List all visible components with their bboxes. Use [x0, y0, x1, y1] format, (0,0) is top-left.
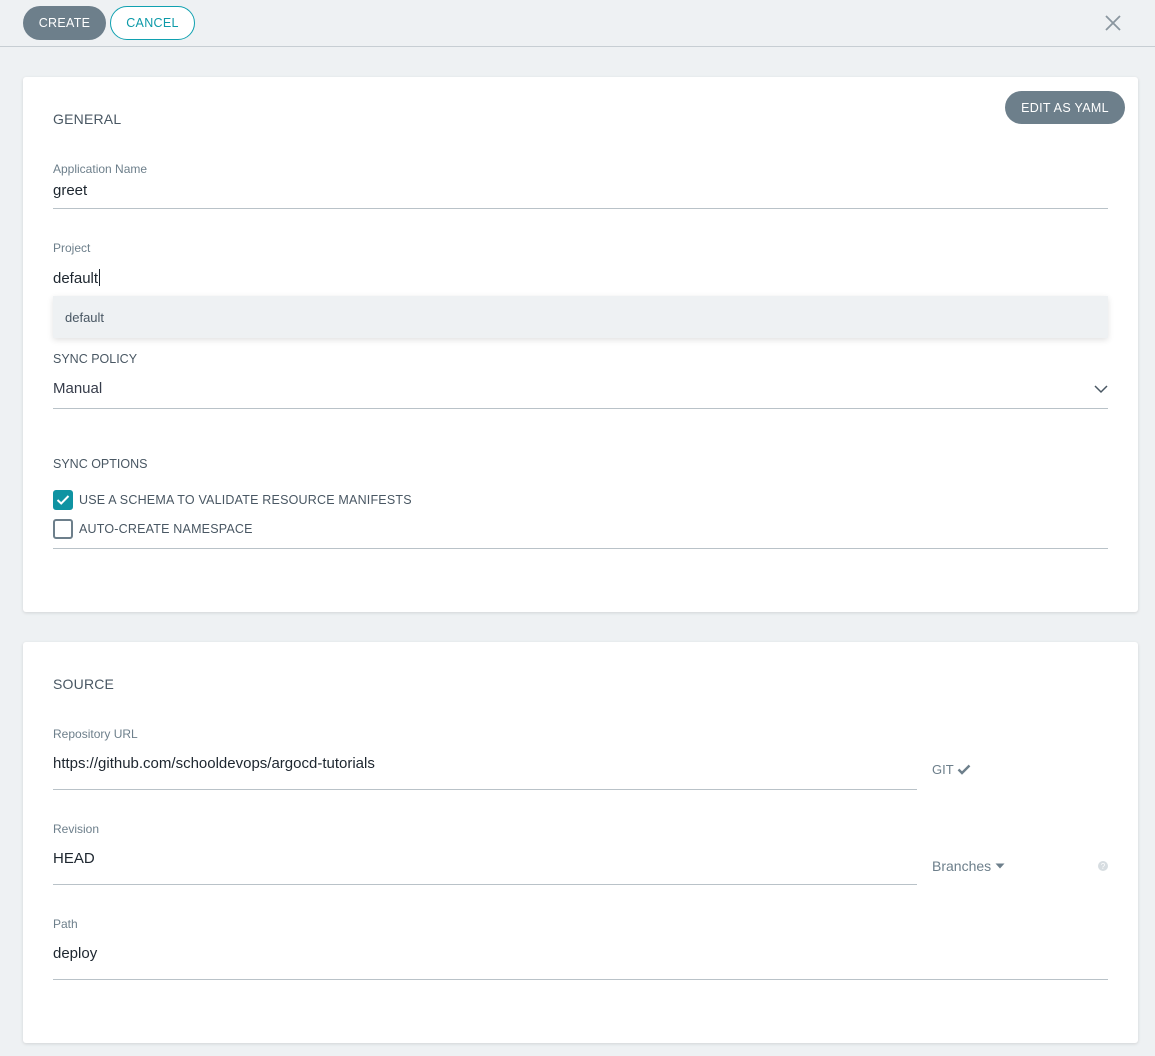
- sync-options-label: SYNC OPTIONS: [53, 457, 148, 471]
- general-panel: GENERAL EDIT AS YAML Application Name gr…: [23, 77, 1138, 612]
- repo-type-indicator: GIT: [932, 762, 971, 777]
- edit-as-yaml-button[interactable]: EDIT AS YAML: [1005, 91, 1125, 124]
- revision-input[interactable]: HEAD: [53, 850, 95, 867]
- application-name-input[interactable]: greet: [53, 182, 87, 199]
- help-icon[interactable]: ?: [1098, 861, 1108, 871]
- repository-url-label: Repository URL: [53, 727, 138, 741]
- source-section-title: SOURCE: [53, 676, 115, 692]
- validate-schema-checkbox[interactable]: [53, 490, 73, 510]
- top-toolbar: CREATE CANCEL: [0, 0, 1155, 47]
- project-dropdown-option[interactable]: default: [53, 296, 1108, 338]
- auto-create-namespace-option[interactable]: AUTO-CREATE NAMESPACE: [53, 519, 253, 539]
- path-underline: [53, 979, 1108, 980]
- sync-options-underline: [53, 548, 1108, 549]
- revision-type-label: Branches: [932, 858, 992, 874]
- validate-schema-option[interactable]: USE A SCHEMA TO VALIDATE RESOURCE MANIFE…: [53, 490, 412, 510]
- sync-policy-underline: [53, 408, 1108, 409]
- auto-create-namespace-label: AUTO-CREATE NAMESPACE: [79, 522, 253, 536]
- revision-label: Revision: [53, 822, 100, 836]
- application-name-label: Application Name: [53, 162, 148, 176]
- revision-type-dropdown[interactable]: Branches: [932, 858, 1005, 874]
- application-name-underline: [53, 208, 1108, 209]
- path-input[interactable]: deploy: [53, 945, 97, 962]
- project-input[interactable]: default: [53, 269, 101, 287]
- source-panel: SOURCE Repository URL https://github.com…: [23, 642, 1138, 1043]
- revision-underline: [53, 884, 917, 885]
- chevron-down-icon[interactable]: [1094, 384, 1108, 394]
- repo-type-label: GIT: [932, 762, 954, 777]
- auto-create-namespace-checkbox[interactable]: [53, 519, 73, 539]
- create-button[interactable]: CREATE: [23, 6, 106, 40]
- sync-policy-select[interactable]: Manual: [53, 380, 102, 397]
- check-icon: [56, 495, 70, 505]
- project-label: Project: [53, 241, 91, 255]
- check-icon: [957, 764, 971, 775]
- close-icon[interactable]: [1103, 13, 1123, 33]
- cancel-button[interactable]: CANCEL: [110, 6, 195, 40]
- sync-policy-label: SYNC POLICY: [53, 352, 138, 366]
- text-cursor: [99, 269, 101, 286]
- path-label: Path: [53, 917, 78, 931]
- general-section-title: GENERAL: [53, 111, 122, 127]
- project-input-text: default: [53, 270, 99, 287]
- repository-url-input[interactable]: https://github.com/schooldevops/argocd-t…: [53, 755, 375, 772]
- caret-down-icon: [995, 863, 1005, 869]
- repository-url-underline: [53, 789, 917, 790]
- validate-schema-label: USE A SCHEMA TO VALIDATE RESOURCE MANIFE…: [79, 493, 412, 507]
